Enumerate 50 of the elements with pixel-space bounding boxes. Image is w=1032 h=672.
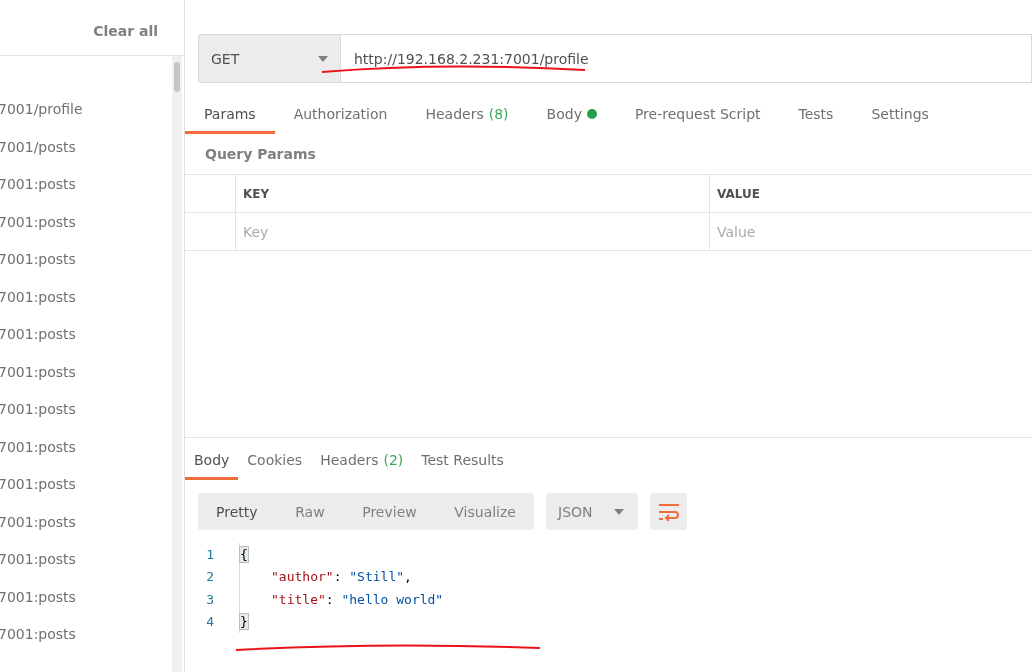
response-tab[interactable]: Headers (2) (311, 442, 413, 480)
line-number: 1 (205, 546, 215, 562)
request-tab[interactable]: Pre-request Script (615, 97, 780, 134)
history-item[interactable]: 7001:posts (0, 252, 76, 266)
history-item[interactable]: 7001:posts (0, 364, 76, 379)
request-tab[interactable]: Headers (8) (406, 97, 528, 134)
scrollbar-thumb[interactable] (174, 62, 180, 92)
method-dropdown[interactable]: GET (198, 34, 341, 83)
line-number: 4 (205, 614, 215, 630)
history-item[interactable]: 7001:posts (0, 327, 76, 341)
code-line: { (239, 543, 248, 566)
history-item[interactable]: 7001:posts (0, 177, 76, 191)
response-tab[interactable]: Body (185, 442, 239, 480)
column-header: VALUE (716, 185, 761, 203)
history-item[interactable]: 7001/posts (0, 139, 76, 154)
history-item[interactable]: 7001:posts (0, 514, 76, 529)
history-item[interactable]: 7001:posts (0, 627, 76, 641)
history-item[interactable]: 7001:posts (0, 402, 76, 416)
format-dropdown[interactable]: JSON (546, 493, 638, 530)
history-item[interactable]: 7001:posts (0, 214, 76, 229)
request-tab[interactable]: Settings (852, 97, 948, 134)
line-number: 3 (205, 591, 215, 607)
history-item[interactable]: 7001:posts (0, 477, 76, 491)
view-option[interactable]: Visualize (446, 493, 524, 530)
view-option[interactable]: Preview (354, 493, 425, 530)
request-tab[interactable]: Body (527, 97, 616, 134)
history-item[interactable]: 7001:posts (0, 589, 76, 604)
wrap-button[interactable] (650, 493, 687, 530)
caret-icon (614, 508, 624, 515)
history-item[interactable]: 7001/profile (0, 102, 83, 116)
history-item[interactable]: 7001:posts (0, 439, 76, 454)
code-line: } (239, 610, 248, 633)
view-option[interactable]: Pretty (208, 493, 266, 530)
caret-icon (318, 55, 328, 62)
line-number: 2 (205, 569, 215, 585)
history-item[interactable]: 7001:posts (0, 289, 76, 304)
response-tab[interactable]: Cookies (238, 442, 312, 480)
wrap-lines-icon (657, 502, 680, 521)
code-line: "author": "Still", (239, 565, 412, 588)
code-line: "title": "hello world" (239, 588, 444, 611)
clear-all-link[interactable]: Clear all (93, 22, 158, 39)
column-header: KEY (236, 175, 710, 212)
request-tab[interactable]: Tests (779, 97, 853, 134)
section-title: Query Params (205, 146, 317, 164)
request-tab[interactable]: Authorization (274, 97, 407, 134)
view-option[interactable]: Raw (287, 493, 333, 530)
response-tab[interactable]: Test Results (412, 442, 513, 480)
url-field[interactable]: http://192.168.2.231:7001/profile (341, 34, 1032, 83)
history-item[interactable]: 7001:posts (0, 552, 76, 566)
request-tab[interactable]: Params (185, 97, 275, 134)
